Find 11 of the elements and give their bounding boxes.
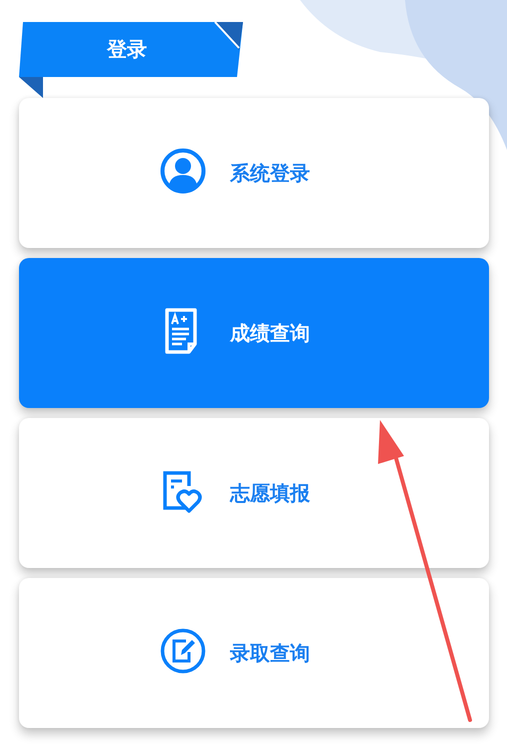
menu-card[interactable]: 录取查询 <box>19 578 489 728</box>
menu-label: 录取查询 <box>230 640 310 666</box>
user-avatar-icon <box>160 148 206 194</box>
menu-label: 系统登录 <box>230 160 310 186</box>
menu-card[interactable]: 系统登录 <box>19 98 489 248</box>
menu-label: 成绩查询 <box>230 320 310 346</box>
menu-label: 志愿填报 <box>230 480 310 506</box>
menu-card[interactable]: 成绩查询 <box>19 258 489 408</box>
section-title: 登录 <box>107 36 147 62</box>
menu-card[interactable]: 志愿填报 <box>19 418 489 568</box>
edit-document-icon <box>160 628 206 674</box>
